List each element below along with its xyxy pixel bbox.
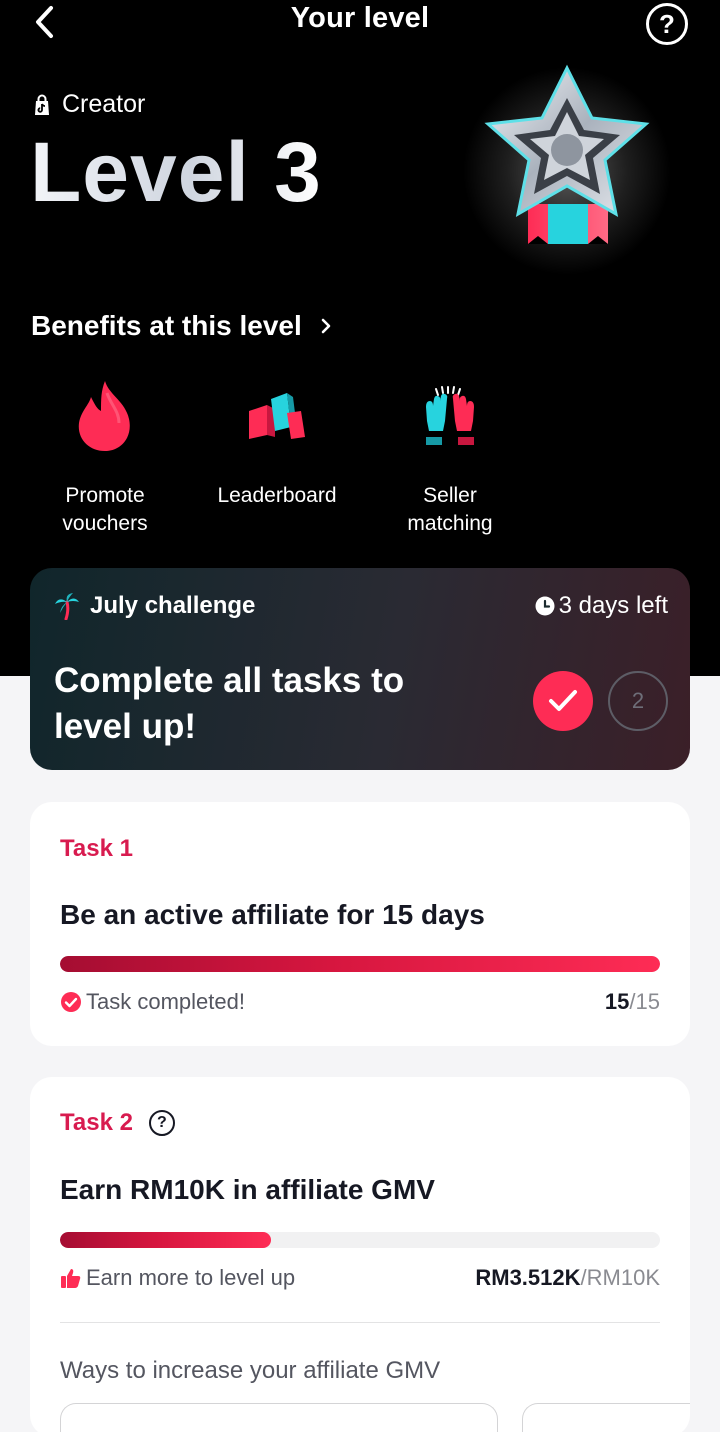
- ways-heading: Ways to increase your affiliate GMV: [60, 1357, 441, 1384]
- task-number: Task 2: [60, 1109, 133, 1136]
- tip-card[interactable]: [522, 1403, 690, 1432]
- headline-line1: Complete all tasks to: [54, 661, 405, 700]
- flame-icon: [65, 376, 145, 456]
- status-text: Task completed!: [86, 989, 245, 1014]
- task-card-1[interactable]: Task 1 Be an active affiliate for 15 day…: [30, 802, 690, 1046]
- task-progress-bar: [60, 956, 660, 972]
- task-count: RM3.512K/RM10K: [475, 1265, 660, 1291]
- benefits-link[interactable]: Benefits at this level: [31, 310, 334, 342]
- task-label: Task 1: [60, 835, 133, 863]
- benefit-label-line1: Leaderboard: [217, 484, 337, 507]
- checkmark-icon: [549, 690, 577, 711]
- challenge-month: July challenge: [90, 592, 256, 619]
- thumbs-up-icon: [61, 1269, 81, 1288]
- creator-role: Creator: [32, 90, 145, 119]
- info-icon[interactable]: ?: [148, 1110, 175, 1136]
- help-button[interactable]: ?: [646, 3, 688, 45]
- benefit-leaderboard[interactable]: Leaderboard: [202, 376, 352, 510]
- page-title: Your level: [290, 2, 430, 34]
- benefit-seller-matching[interactable]: Seller matching: [375, 376, 525, 538]
- task-card-2[interactable]: Task 2 ? Earn RM10K in affiliate GMV Ear…: [30, 1077, 690, 1432]
- challenge-card[interactable]: July challenge 3 days left Complete all …: [30, 568, 690, 770]
- chevron-right-icon: [321, 318, 331, 334]
- count-current: RM3.512K: [475, 1265, 581, 1290]
- high-five-icon: [410, 376, 490, 456]
- question-circle-icon: ?: [659, 9, 675, 39]
- leaderboard-blocks-icon: [237, 376, 317, 456]
- benefit-promote-vouchers[interactable]: Promote vouchers: [30, 376, 180, 538]
- count-target: /15: [629, 989, 660, 1014]
- task-number: Task 1: [60, 835, 133, 862]
- challenge-label: July challenge: [54, 592, 255, 620]
- benefit-label-line2: matching: [407, 512, 493, 535]
- step-2-pending: 2: [608, 671, 668, 731]
- task-progress-fill: [60, 1232, 271, 1248]
- level-badge: [452, 56, 682, 286]
- role-label: Creator: [62, 90, 146, 118]
- headline-line2: level up!: [54, 707, 196, 746]
- tip-card[interactable]: [60, 1403, 498, 1432]
- benefits-heading: Benefits at this level: [31, 310, 302, 341]
- silver-star-medal-icon: [484, 64, 650, 244]
- palm-tree-icon: [55, 593, 79, 620]
- task-progress-fill: [60, 956, 660, 972]
- challenge-headline: Complete all tasks to level up!: [54, 658, 484, 750]
- count-target: /RM10K: [580, 1265, 660, 1290]
- task-status: Task completed!: [60, 989, 245, 1015]
- level-title: Level 3: [30, 125, 322, 219]
- task-count: 15/15: [605, 989, 660, 1015]
- task-progress-bar: [60, 1232, 660, 1248]
- task-title: Be an active affiliate for 15 days: [60, 899, 485, 930]
- top-bar: Your level ?: [0, 0, 720, 45]
- benefit-label-line2: vouchers: [62, 512, 148, 535]
- divider: [60, 1322, 660, 1323]
- benefit-label-line1: Promote: [65, 484, 145, 507]
- step-1-done: [533, 671, 593, 731]
- task-status: Earn more to level up: [60, 1265, 295, 1291]
- time-left-label: 3 days left: [558, 592, 668, 619]
- challenge-time-left: 3 days left: [535, 592, 668, 620]
- count-current: 15: [604, 989, 630, 1014]
- task-title: Earn RM10K in affiliate GMV: [60, 1174, 435, 1205]
- status-text: Earn more to level up: [86, 1265, 296, 1290]
- clock-icon: [535, 596, 555, 616]
- check-circle-icon: [61, 992, 81, 1012]
- shop-bag-icon: [35, 94, 49, 115]
- task-label: Task 2 ?: [60, 1109, 175, 1137]
- benefit-label-line1: Seller: [423, 484, 477, 507]
